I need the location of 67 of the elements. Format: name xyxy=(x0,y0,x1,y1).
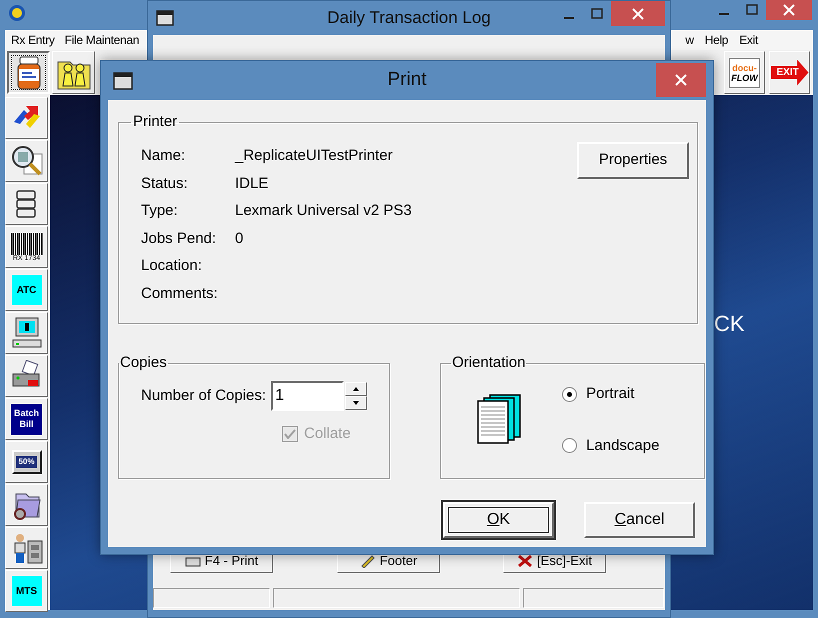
menu-item[interactable]: Rx Entry xyxy=(11,31,55,49)
radio-label: Portrait xyxy=(586,384,634,404)
pill-bottle-icon xyxy=(17,56,40,89)
field-label: Name: xyxy=(141,146,186,166)
close-icon xyxy=(783,4,795,16)
toolbar-button[interactable]: EXIT xyxy=(769,51,810,94)
field-value: 0 xyxy=(235,228,244,248)
radio-button[interactable] xyxy=(562,438,578,454)
window-title: Daily Transaction Log xyxy=(327,7,491,30)
maximize-icon xyxy=(746,4,758,16)
close-button[interactable] xyxy=(611,1,665,26)
toolbar-button[interactable]: docu- FLOW xyxy=(724,51,765,94)
field-label: Location: xyxy=(141,256,203,276)
folder-icon xyxy=(14,494,40,520)
field-value: _ReplicateUITestPrinter xyxy=(235,146,394,166)
field-value: IDLE xyxy=(235,174,270,193)
pages-icon xyxy=(477,394,521,444)
field-label: Number of Copies: xyxy=(141,386,266,406)
person-at-cabinet-icon xyxy=(14,534,42,564)
window-icon xyxy=(156,10,174,26)
number-input[interactable]: 1 xyxy=(271,381,344,411)
toolbar-button[interactable] xyxy=(7,51,50,94)
group-label: Copies xyxy=(119,355,168,371)
close-button[interactable] xyxy=(656,63,706,97)
field-label: Status: xyxy=(141,174,189,193)
magnifier-icon xyxy=(12,146,42,176)
down-arrow-icon xyxy=(353,401,360,405)
toolbar-button[interactable]: ATC xyxy=(5,269,48,311)
close-button[interactable] xyxy=(766,0,812,20)
cancel-button[interactable]: Cancel xyxy=(584,502,695,538)
ok-button[interactable]: OK xyxy=(443,502,554,538)
computer-icon xyxy=(12,318,41,348)
spin-up-button[interactable] xyxy=(345,382,368,396)
group-label: Printer xyxy=(132,114,178,130)
field-label: Comments: xyxy=(141,284,219,303)
barcode-icon xyxy=(10,232,42,254)
maximize-icon xyxy=(591,8,603,20)
printer-icon xyxy=(12,360,39,386)
minimize-icon xyxy=(564,16,574,18)
field-label: Jobs Pend: xyxy=(141,228,218,248)
menu-item[interactable]: Exit xyxy=(739,31,758,49)
group-label: Orientation xyxy=(451,355,526,371)
toolbar-button[interactable]: Batch Bill xyxy=(5,398,48,440)
background-text: CK xyxy=(714,310,745,338)
close-icon xyxy=(675,74,687,86)
checkbox-label: Collate xyxy=(304,424,351,444)
properties-button[interactable]: Properties xyxy=(577,142,689,179)
toolbar-button[interactable]: 50% xyxy=(5,441,48,483)
cross-icon xyxy=(517,554,534,568)
radio-button[interactable] xyxy=(562,386,578,402)
minimize-icon xyxy=(719,13,729,15)
dialog-title: Print xyxy=(387,68,427,92)
field-label: Type: xyxy=(141,201,179,220)
family-icon xyxy=(57,61,90,89)
radio-label: Landscape xyxy=(586,436,660,456)
up-arrow-icon xyxy=(353,387,360,391)
toolbar-button[interactable]: MTS xyxy=(5,570,48,612)
menu-item[interactable]: Help xyxy=(704,31,728,49)
window-icon xyxy=(113,72,133,90)
spin-down-button[interactable] xyxy=(345,396,368,410)
field-value: Lexmark Universal v2 PS3 xyxy=(235,201,412,220)
arrows-icon xyxy=(14,106,40,128)
close-icon xyxy=(632,8,644,20)
file-drawers-icon xyxy=(16,190,36,218)
app-icon xyxy=(8,4,26,22)
menu-item[interactable]: File Maintenan xyxy=(64,31,140,49)
menu-item[interactable]: w xyxy=(685,31,694,49)
